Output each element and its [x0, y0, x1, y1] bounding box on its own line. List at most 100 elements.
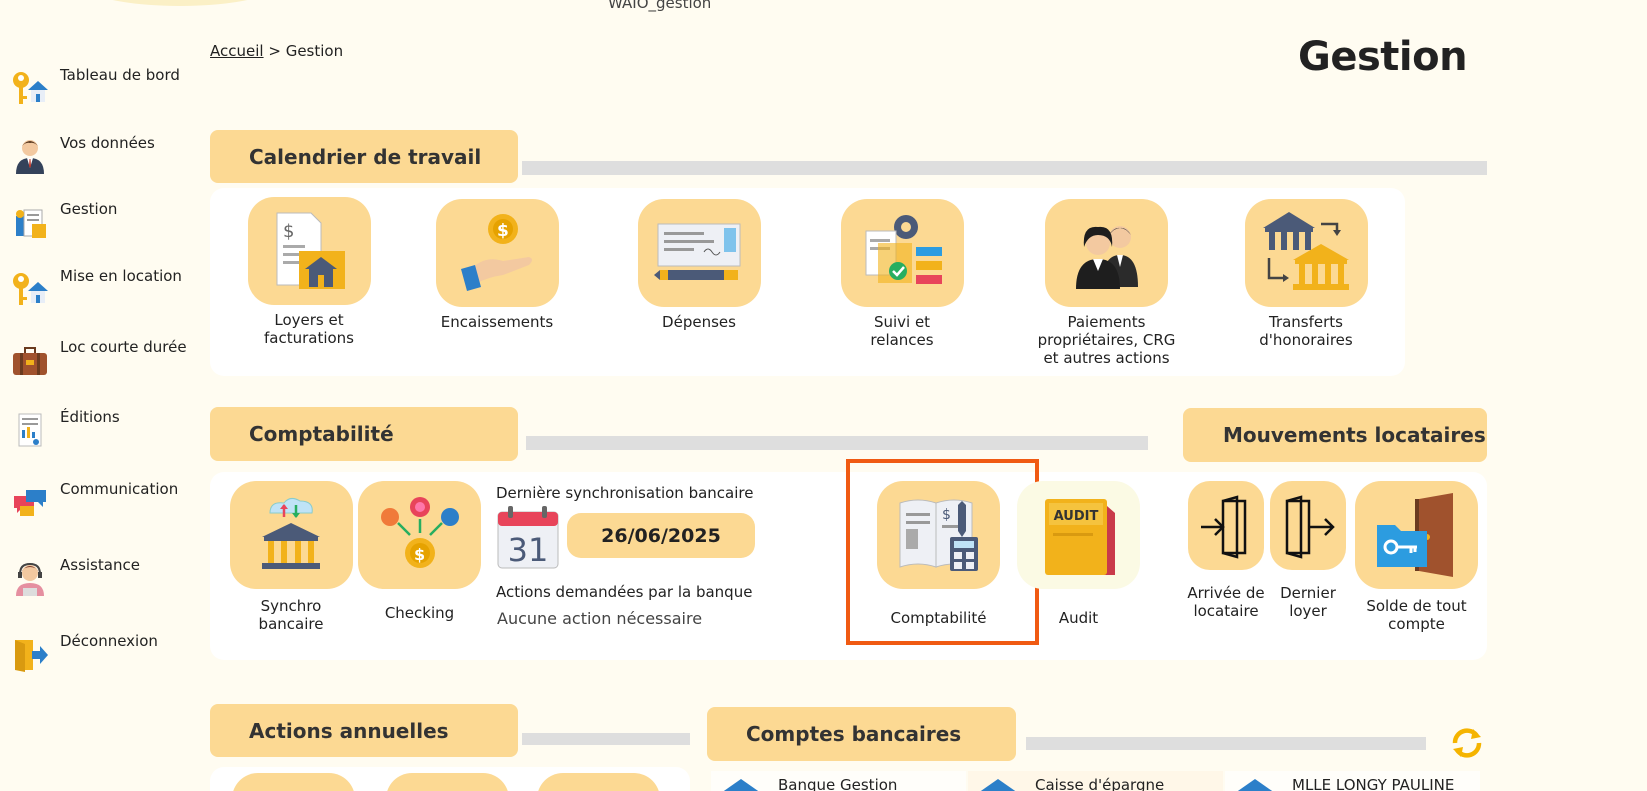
- door-exit-icon: [1285, 494, 1335, 559]
- annual-tile-3[interactable]: [537, 773, 660, 791]
- sidebar-item-tableau-de-bord[interactable]: Tableau de bord: [10, 66, 180, 108]
- tile-icon-box: [840, 199, 964, 307]
- tile-label: Audit: [1058, 609, 1099, 627]
- tile-label: Dernier loyer: [1280, 584, 1336, 620]
- section-divider: [1026, 737, 1426, 750]
- audit-folder-icon: AUDIT: [1044, 499, 1115, 575]
- bank-account-card[interactable]: Caisse d'épargne: [968, 771, 1223, 791]
- breadcrumb-current: Gestion: [285, 42, 344, 60]
- sidebar-item-vos-donnees[interactable]: Vos données: [10, 134, 155, 176]
- tile-icon-box: [1355, 481, 1478, 589]
- svg-text:$: $: [414, 545, 425, 564]
- section-divider: [522, 161, 1487, 175]
- section-divider: [522, 733, 690, 745]
- owners-icon: [1075, 226, 1138, 289]
- svg-text:$: $: [283, 221, 294, 242]
- tile-icon-box: AUDIT: [1017, 481, 1140, 589]
- bank-actions-value: Aucune action nécessaire: [497, 609, 703, 628]
- bank-account-card[interactable]: Banque Gestion: [711, 771, 966, 791]
- sidebar-item-label: Loc courte durée: [60, 338, 187, 356]
- suitcase-icon: [13, 347, 47, 375]
- cheque-icon: [654, 223, 741, 280]
- tile-audit[interactable]: AUDIT Audit: [1017, 481, 1140, 627]
- tile-solde-tout-compte[interactable]: Solde de tout compte: [1355, 481, 1478, 633]
- breadcrumb-home-link[interactable]: Accueil: [210, 42, 264, 60]
- sidebar-item-deconnexion[interactable]: Déconnexion: [10, 632, 158, 674]
- section-tab-calendar: Calendrier de travail: [210, 130, 518, 183]
- rent-invoice-icon: $: [276, 212, 345, 289]
- annual-tile-1[interactable]: [232, 773, 355, 791]
- bank-house-icon: [980, 779, 1016, 791]
- tile-checking[interactable]: $ Checking: [358, 481, 481, 622]
- sidebar: Tableau de bord Vos données Gestion Mise…: [0, 0, 200, 791]
- support-agent-icon: [16, 562, 44, 596]
- tile-transferts-honoraires[interactable]: Transferts d'honoraires: [1231, 199, 1381, 349]
- tile-label: Dépenses: [662, 313, 736, 331]
- section-tab-accounting: Comptabilité: [210, 407, 518, 461]
- sidebar-item-gestion[interactable]: Gestion: [10, 200, 118, 242]
- key-house-icon: [13, 72, 48, 104]
- bank-account-label: MLLE LONGY PAULINE: [1292, 776, 1455, 791]
- tile-synchro-bancaire[interactable]: Synchro bancaire: [226, 481, 356, 633]
- calendar-day: 31: [508, 531, 549, 569]
- tile-paiements-proprietaires[interactable]: Paiements propriétaires, CRG et autres a…: [1029, 199, 1184, 367]
- tile-dernier-loyer[interactable]: Dernier loyer: [1269, 481, 1347, 620]
- sidebar-item-label: Éditions: [60, 408, 120, 426]
- folder-key-door-icon: [1376, 493, 1453, 577]
- section-tab-tenant-moves: Mouvements locataires: [1183, 408, 1487, 462]
- last-sync-label: Dernière synchronisation bancaire: [496, 484, 754, 502]
- refresh-icon[interactable]: [1449, 725, 1485, 761]
- tile-icon-box: [1045, 199, 1168, 307]
- annual-tile-2[interactable]: [386, 773, 509, 791]
- tile-label: Suivi et relances: [870, 313, 934, 349]
- tile-icon-box: $: [358, 481, 481, 589]
- app-name: WAIO_gestion: [608, 0, 712, 12]
- tile-loyers-facturations[interactable]: $ Loyers et facturations: [234, 197, 384, 347]
- sidebar-item-assistance[interactable]: Assistance: [10, 556, 140, 598]
- svg-text:AUDIT: AUDIT: [1053, 509, 1098, 524]
- tile-label: Arrivée de locataire: [1187, 584, 1265, 620]
- key-house-icon: [13, 273, 48, 305]
- sidebar-item-communication[interactable]: Communication: [10, 480, 179, 522]
- tile-label: Paiements propriétaires, CRG et autres a…: [1037, 313, 1176, 367]
- bank-account-card[interactable]: MLLE LONGY PAULINE: [1225, 771, 1480, 791]
- chat-bubbles-icon: [14, 490, 46, 516]
- sidebar-item-loc-courte-duree[interactable]: Loc courte durée: [10, 338, 187, 380]
- sidebar-item-label: Gestion: [60, 200, 118, 218]
- hand-coin-icon: $: [461, 214, 532, 291]
- sidebar-item-label: Déconnexion: [60, 632, 158, 650]
- tile-label: Solde de tout compte: [1366, 597, 1467, 633]
- sidebar-item-label: Assistance: [60, 556, 140, 574]
- tile-depenses[interactable]: Dépenses: [624, 199, 774, 331]
- bank-actions-label: Actions demandées par la banque: [496, 583, 753, 601]
- sidebar-item-label: Mise en location: [60, 267, 182, 285]
- bank-house-icon: [723, 779, 759, 791]
- sidebar-item-editions[interactable]: Éditions: [10, 408, 120, 450]
- svg-text:$: $: [497, 221, 509, 241]
- followup-icon: [865, 215, 942, 284]
- bank-sync-icon: [262, 497, 320, 569]
- tile-icon-box: [229, 481, 353, 589]
- bank-account-label: Caisse d'épargne: [1035, 776, 1165, 791]
- sidebar-item-label: Vos données: [60, 134, 155, 152]
- bank-transfer-icon: [1263, 212, 1349, 290]
- checking-icon: $: [380, 497, 459, 568]
- tile-icon-box: [1188, 481, 1264, 570]
- tile-encaissements[interactable]: $ Encaissements: [422, 199, 572, 331]
- tile-icon-box: [637, 199, 761, 307]
- tile-suivi-relances[interactable]: Suivi et relances: [827, 199, 977, 349]
- sidebar-item-mise-en-location[interactable]: Mise en location: [10, 267, 182, 309]
- selection-highlight: [846, 459, 1039, 645]
- sidebar-item-label: Tableau de bord: [60, 66, 180, 84]
- tile-icon-box: $: [435, 199, 559, 307]
- tile-label: Synchro bancaire: [258, 597, 324, 633]
- bank-account-label: Banque Gestion: [778, 776, 898, 791]
- tile-arrivee-locataire[interactable]: Arrivée de locataire: [1185, 481, 1267, 620]
- sidebar-item-label: Communication: [60, 480, 179, 498]
- user-avatar-icon: [16, 140, 44, 174]
- tile-icon-box: [1244, 199, 1368, 307]
- section-tab-bank-accounts: Comptes bancaires: [707, 707, 1016, 761]
- calendar-panel: [210, 188, 1405, 376]
- calendar-icon: 31: [497, 506, 559, 569]
- breadcrumb: Accueil > Gestion: [210, 42, 343, 60]
